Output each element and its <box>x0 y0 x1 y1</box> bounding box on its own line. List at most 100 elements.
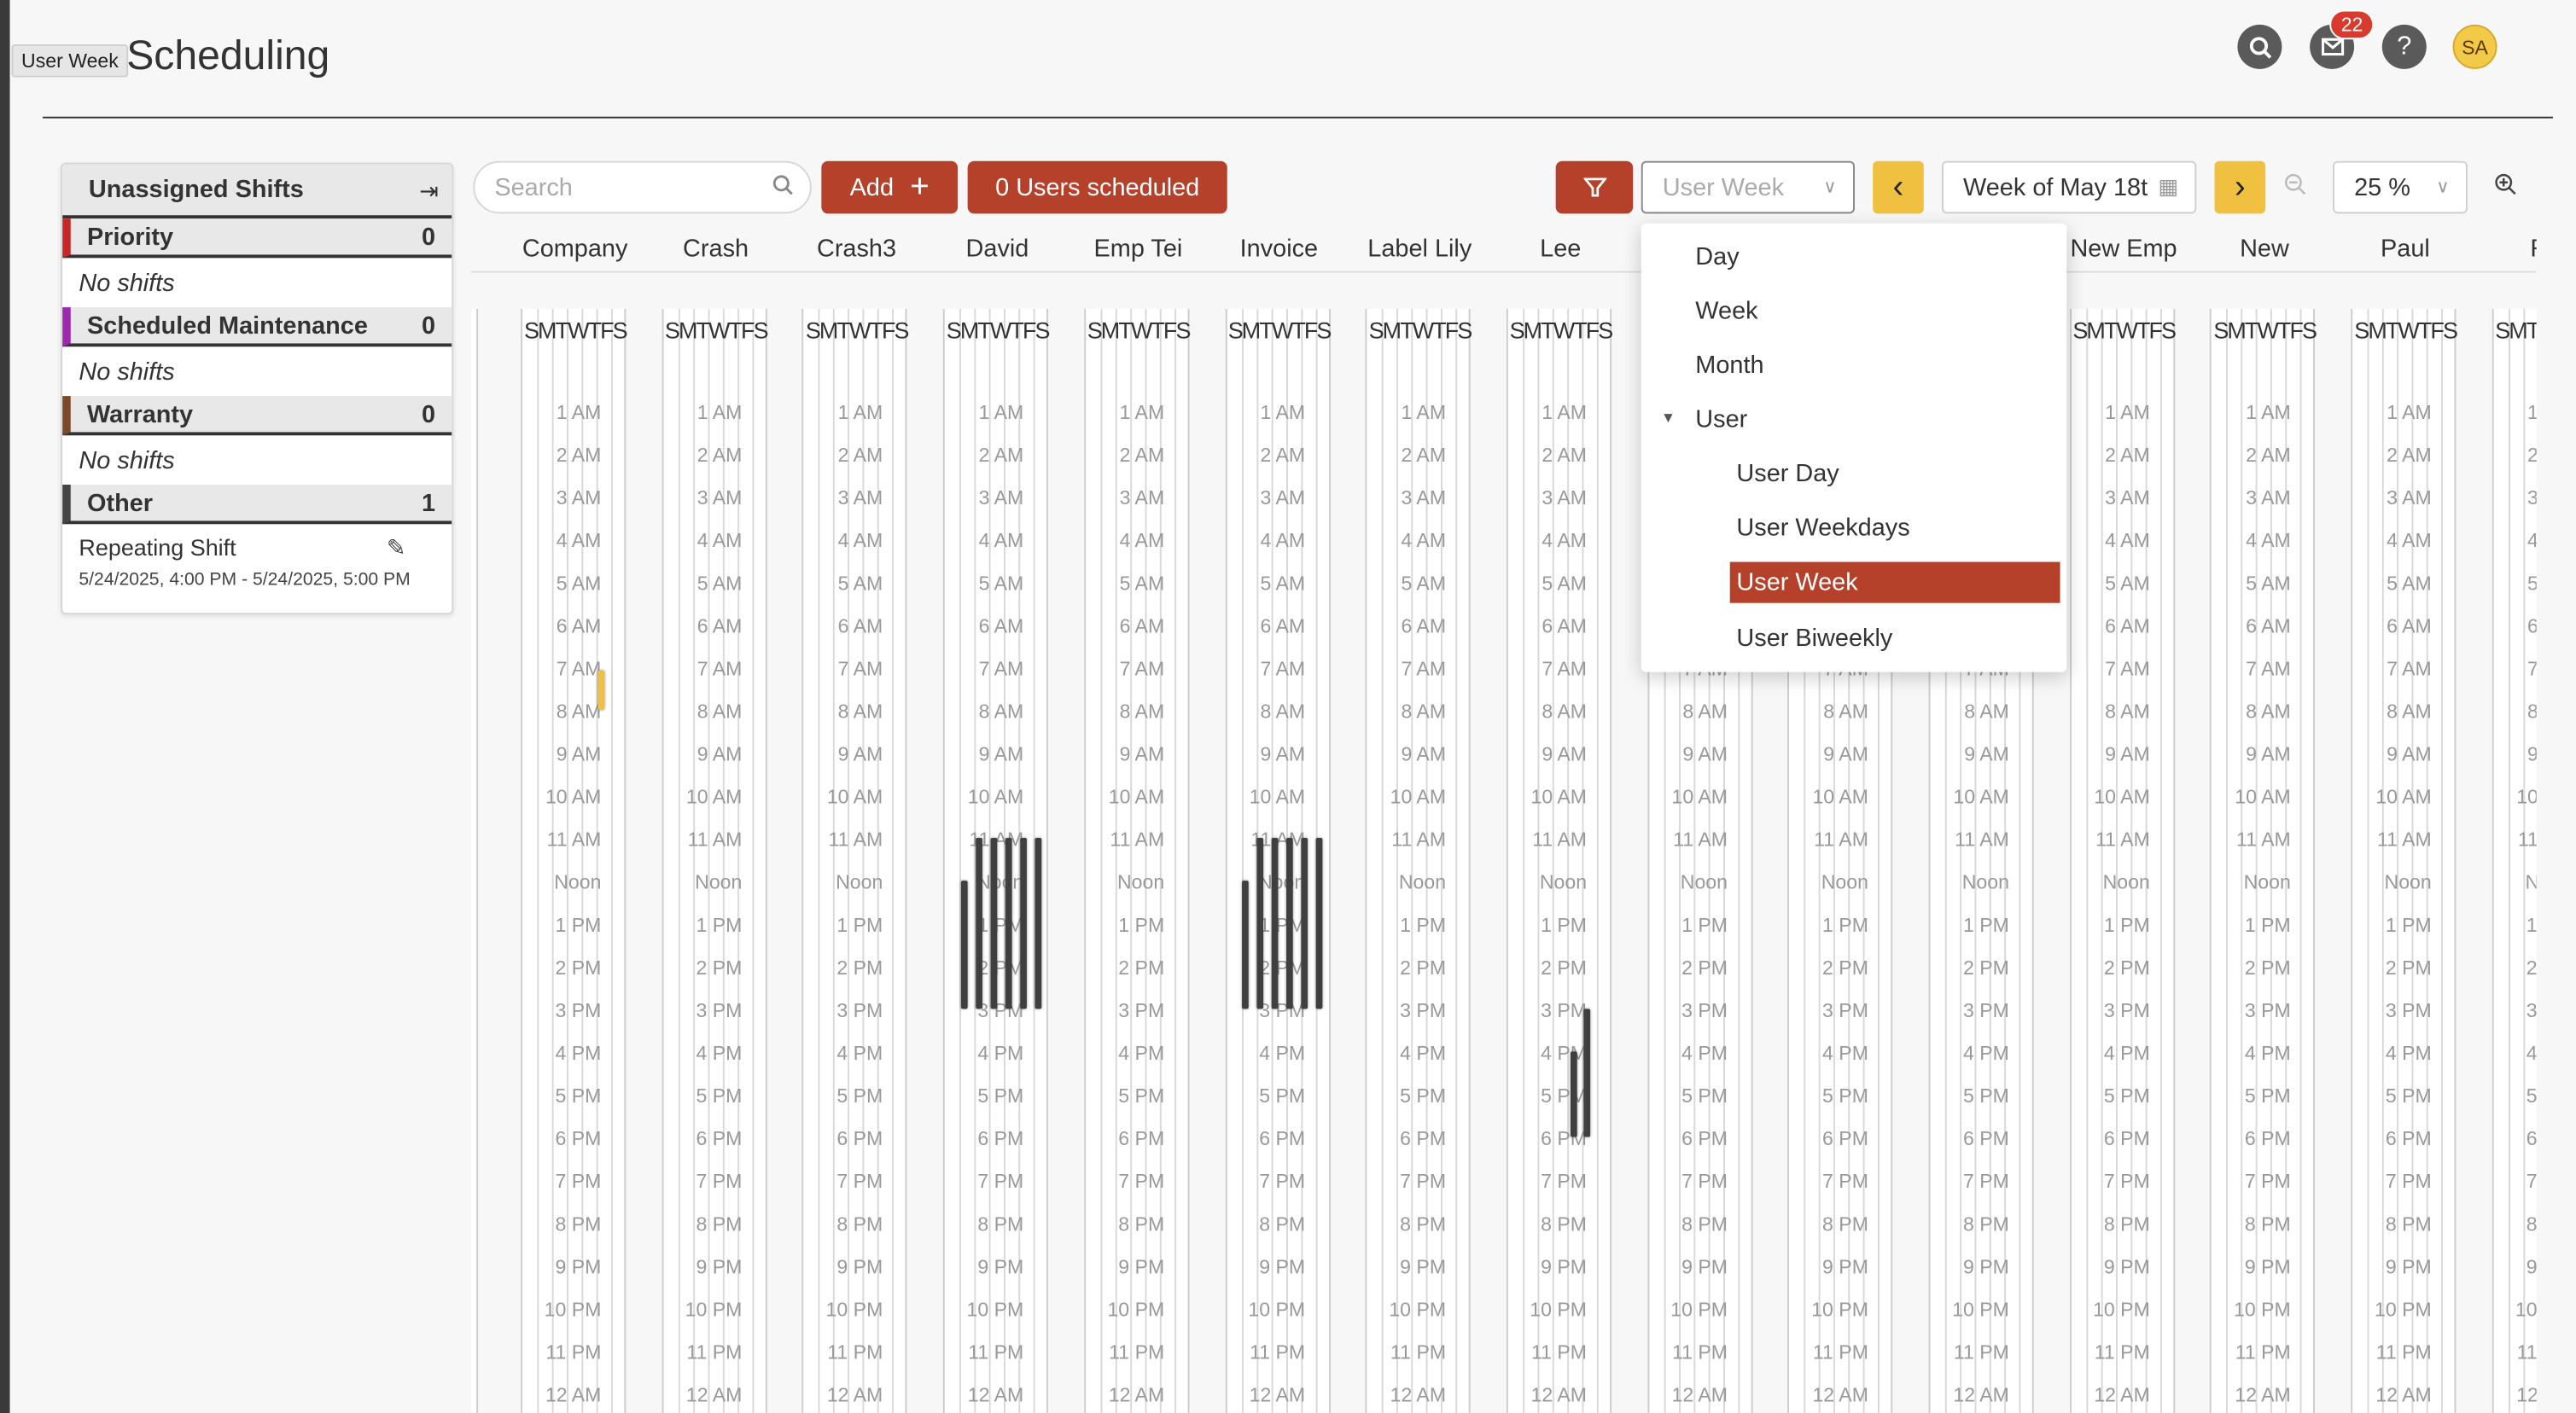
shift-bar[interactable] <box>1583 1009 1591 1137</box>
add-button[interactable]: Add + <box>821 160 959 214</box>
hour-label: 10 PM <box>2515 1298 2537 1322</box>
user-column[interactable]: SMTWTFS 1 AM 2 AM 3 AM 4 AM 5 AM 6 AM 7 AM 8 AM 9… <box>1083 309 1191 1413</box>
menu-item-user-biweekly[interactable]: User Biweekly <box>1736 625 1892 653</box>
search-icon <box>772 174 794 201</box>
user-column-header[interactable]: New Emp <box>2053 235 2194 263</box>
shift-bar[interactable] <box>990 838 998 1009</box>
user-column-header[interactable]: Crash <box>645 235 787 263</box>
caret-down-icon[interactable]: ▼ <box>1661 409 1676 425</box>
hour-label: 8 PM <box>2244 1212 2291 1236</box>
day-divider <box>2397 309 2399 1413</box>
user-column[interactable]: SMTWTFS 1 AM 2 AM 3 AM 4 AM 5 AM 6 AM 7 AM 8 AM 9… <box>802 309 910 1413</box>
shift-bar[interactable] <box>1005 838 1012 1009</box>
user-column-header[interactable]: Emp Tei <box>1068 235 1209 263</box>
collapse-panel-icon[interactable]: ⇥ <box>419 177 439 206</box>
category-priority[interactable]: Priority 0 <box>62 218 452 259</box>
day-divider <box>722 309 725 1413</box>
search-input[interactable]: Search <box>473 160 812 214</box>
shift-bar[interactable] <box>976 838 982 1009</box>
help-icon[interactable]: ? <box>2381 24 2427 69</box>
hour-label: 5 AM <box>2527 572 2537 595</box>
day-divider <box>2286 309 2288 1413</box>
menu-item-user-week[interactable]: User Week <box>1729 561 2060 603</box>
user-column[interactable]: SMTWTFS 1 AM 2 AM 3 AM 4 AM 5 AM 6 AM 7 AM 8 AM 9… <box>1365 309 1472 1413</box>
menu-item-week[interactable]: Week <box>1695 298 1757 326</box>
user-column-header[interactable]: Lee <box>1489 235 1631 263</box>
hour-label: 1 PM <box>1822 913 1868 937</box>
shift-bar[interactable] <box>1315 838 1323 1009</box>
user-column-header[interactable]: Label Lily <box>1349 235 1491 263</box>
avatar[interactable]: SA <box>2452 24 2497 69</box>
user-column[interactable]: SMTWTFS 1 AM 2 AM 3 AM 4 AM 5 AM 6 AM 7 AM 8 AM 9… <box>2351 309 2458 1413</box>
menu-item-user-day[interactable]: User Day <box>1736 460 1839 488</box>
hour-label: Noon <box>1398 870 1447 894</box>
shift-bar[interactable] <box>1020 838 1027 1009</box>
unassigned-shift-item[interactable]: Repeating Shift 5/24/2025, 4:00 PM - 5/2… <box>62 524 452 590</box>
hour-label: 1 AM <box>978 400 1024 424</box>
day-divider <box>959 309 962 1413</box>
shift-marker[interactable] <box>597 670 605 710</box>
user-column-header[interactable]: Crash3 <box>786 235 928 263</box>
zoom-out-icon[interactable] <box>2283 172 2306 201</box>
menu-item-user[interactable]: User <box>1695 406 1747 434</box>
hour-label: 6 PM <box>696 1126 743 1150</box>
category-scheduled-maintenance[interactable]: Scheduled Maintenance 0 <box>62 307 452 347</box>
hour-label: 7 AM <box>1401 657 1447 681</box>
grid-header-divider <box>471 270 2537 273</box>
previous-week-button[interactable]: ‹ <box>1873 160 1924 214</box>
user-column-header[interactable]: Company <box>504 235 646 263</box>
zoom-select[interactable]: 25 % ∨ <box>2333 160 2468 214</box>
category-other[interactable]: Other 1 <box>62 485 452 525</box>
day-divider <box>610 309 613 1413</box>
shift-bar[interactable] <box>1256 838 1264 1009</box>
user-column-header[interactable]: Invoice <box>1209 235 1350 263</box>
user-column[interactable] <box>471 309 479 1413</box>
user-column-header[interactable]: New <box>2194 235 2335 263</box>
page-title: Scheduling <box>126 32 330 79</box>
user-column[interactable]: SMTWTFS 1 AM 2 AM 3 AM 4 AM 5 AM 6 AM 7 AM 8 AM 9… <box>521 309 628 1413</box>
hour-label: 10 PM <box>1530 1298 1588 1322</box>
user-column-header[interactable]: Ro <box>2475 235 2536 263</box>
week-picker[interactable]: Week of May 18t ▦ <box>1941 160 2197 214</box>
hour-label: 3 PM <box>836 998 883 1022</box>
shift-bar[interactable] <box>960 881 968 1009</box>
hour-label: 9 PM <box>1259 1255 1306 1279</box>
user-column[interactable]: SMTWTFS 1 AM 2 AM 3 AM 4 AM 5 AM 6 AM 7 AM 8 AM 9… <box>661 309 769 1413</box>
calendar-icon: ▦ <box>2158 174 2179 199</box>
search-icon[interactable] <box>2237 24 2282 69</box>
hour-label: Noon <box>1680 870 1728 894</box>
hour-label: 8 AM <box>696 700 743 724</box>
users-scheduled-button[interactable]: 0 Users scheduled <box>967 160 1227 214</box>
hour-label: 1 PM <box>2103 913 2150 937</box>
hour-label: 2 PM <box>555 956 602 980</box>
shift-bar[interactable] <box>1571 1051 1577 1137</box>
user-column-header[interactable]: Paul <box>2334 235 2476 263</box>
shift-bar[interactable] <box>1286 838 1293 1009</box>
user-column[interactable]: SMTWTFS 1 AM 2 AM 3 AM 4 AM 5 AM 6 AM 7 AM 8 AM 9… <box>2210 309 2317 1413</box>
shift-bar[interactable] <box>1301 838 1308 1009</box>
hour-label: 8 AM <box>1682 700 1728 724</box>
filter-button[interactable] <box>1555 160 1634 214</box>
hour-label: 3 AM <box>837 486 883 509</box>
hour-label: 1 PM <box>1259 913 1306 937</box>
edit-icon[interactable]: ✎ <box>387 534 406 562</box>
user-column[interactable]: SMTWTFS 1 AM 2 AM 3 AM 4 AM 5 AM 6 AM 7 AM 8 AM 9… <box>2491 309 2537 1413</box>
hour-label: 11 AM <box>1391 828 1447 852</box>
shift-bar[interactable] <box>1242 881 1249 1009</box>
menu-item-month[interactable]: Month <box>1695 352 1763 380</box>
hour-label: 10 PM <box>2234 1298 2291 1322</box>
shift-bar[interactable] <box>1034 838 1042 1009</box>
category-warranty[interactable]: Warranty 0 <box>62 396 452 436</box>
hour-label: 2 AM <box>2105 443 2150 467</box>
menu-item-user-weekdays[interactable]: User Weekdays <box>1736 515 1909 543</box>
user-column[interactable]: SMTWTFS 1 AM 2 AM 3 AM 4 AM 5 AM 6 AM 7 AM 8 AM 9… <box>1506 309 1613 1413</box>
shift-bar[interactable] <box>1271 838 1279 1009</box>
user-column[interactable]: SMTWTFS 1 AM 2 AM 3 AM 4 AM 5 AM 6 AM 7 AM 8 AM 9… <box>2069 309 2177 1413</box>
hour-label: 7 AM <box>1119 657 1165 681</box>
view-select[interactable]: User Week ∨ <box>1641 160 1855 214</box>
day-divider <box>848 309 850 1413</box>
next-week-button[interactable]: › <box>2214 160 2266 214</box>
zoom-in-icon[interactable] <box>2494 172 2517 201</box>
user-column-header[interactable]: David <box>927 235 1069 263</box>
menu-item-day[interactable]: Day <box>1695 243 1739 271</box>
